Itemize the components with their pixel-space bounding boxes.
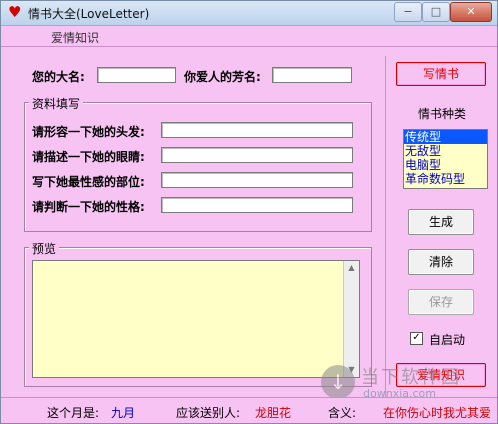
hair-label: 请形容一下她的头发: [32,125,145,139]
preview-scrollbar[interactable]: ▲ ▼ [343,261,359,377]
personality-input[interactable] [161,197,353,213]
lover-name-input[interactable] [272,67,352,83]
right-panel: 写情书 情书种类 传统型 无敌型 电脑型 革命数码型 生成 清除 保存 ✓ 自启… [385,56,496,401]
app-window: ♥ 情书大全(LoveLetter) − □ ✕ 爱情知识 您的大名: 你爱人的… [0,0,498,424]
meaning-value: 在你伤心时我尤其爱 [383,406,492,420]
profile-group-title: 资料填写 [29,95,84,112]
lover-name-label: 你爱人的芳名: [184,70,261,84]
close-button[interactable]: ✕ [450,2,492,22]
clear-button[interactable]: 清除 [408,249,474,275]
letter-types-list[interactable]: 传统型 无敌型 电脑型 革命数码型 [403,129,488,189]
sexiest-input[interactable] [161,172,353,188]
left-panel: 您的大名: 你爱人的芳名: 资料填写 请形容一下她的头发: 请描述一下她的眼睛:… [24,56,374,391]
personality-label: 请判断一下她的性格: [32,200,145,214]
preview-group-title: 预览 [29,240,60,257]
send-label: 应该送别人: [176,406,241,420]
window-title: 情书大全(LoveLetter) [28,7,150,21]
autostart-checkbox[interactable]: ✓ [410,332,423,345]
month-value: 九月 [111,406,136,420]
maximize-button[interactable]: □ [422,2,450,22]
your-name-input[interactable] [97,67,176,83]
month-label: 这个月是: [47,406,100,420]
letter-types-label: 情书种类 [418,107,467,121]
profile-group: 资料填写 请形容一下她的头发: 请描述一下她的眼睛: 写下她最性感的部位: 请判… [24,95,372,232]
write-letter-button[interactable]: 写情书 [396,62,486,86]
menu-item-love-knowledge[interactable]: 爱情知识 [51,29,99,46]
preview-group: 预览 ▲ ▼ [24,240,372,387]
minimize-button[interactable]: − [394,2,422,22]
status-bar: 这个月是: 九月 应该送别人: 龙胆花 含义: 在你伤心时我尤其爱 [1,397,497,423]
scroll-up-icon[interactable]: ▲ [344,261,359,275]
autostart-label: 自启动 [429,333,466,347]
send-value: 龙胆花 [255,406,292,420]
letter-type-item[interactable]: 电脑型 [404,158,487,172]
save-button[interactable]: 保存 [408,289,474,315]
heart-icon: ♥ [8,3,22,21]
menu-bar: 爱情知识 [1,26,497,47]
watermark-logo-icon: ↓ [321,365,355,399]
generate-button[interactable]: 生成 [408,209,474,235]
eyes-label: 请描述一下她的眼睛: [32,150,145,164]
sexiest-label: 写下她最性感的部位: [32,175,145,189]
letter-type-item[interactable]: 无敌型 [404,144,487,158]
meaning-label: 含义: [328,406,357,420]
letter-type-item[interactable]: 传统型 [404,130,487,144]
letter-type-item[interactable]: 革命数码型 [404,172,487,186]
eyes-input[interactable] [161,147,353,163]
title-bar[interactable]: ♥ 情书大全(LoveLetter) − □ ✕ [1,1,497,26]
watermark-text: 当下软件园 [361,367,461,388]
preview-textarea[interactable]: ▲ ▼ [32,260,360,378]
your-name-label: 您的大名: [32,70,85,84]
hair-input[interactable] [161,122,353,138]
